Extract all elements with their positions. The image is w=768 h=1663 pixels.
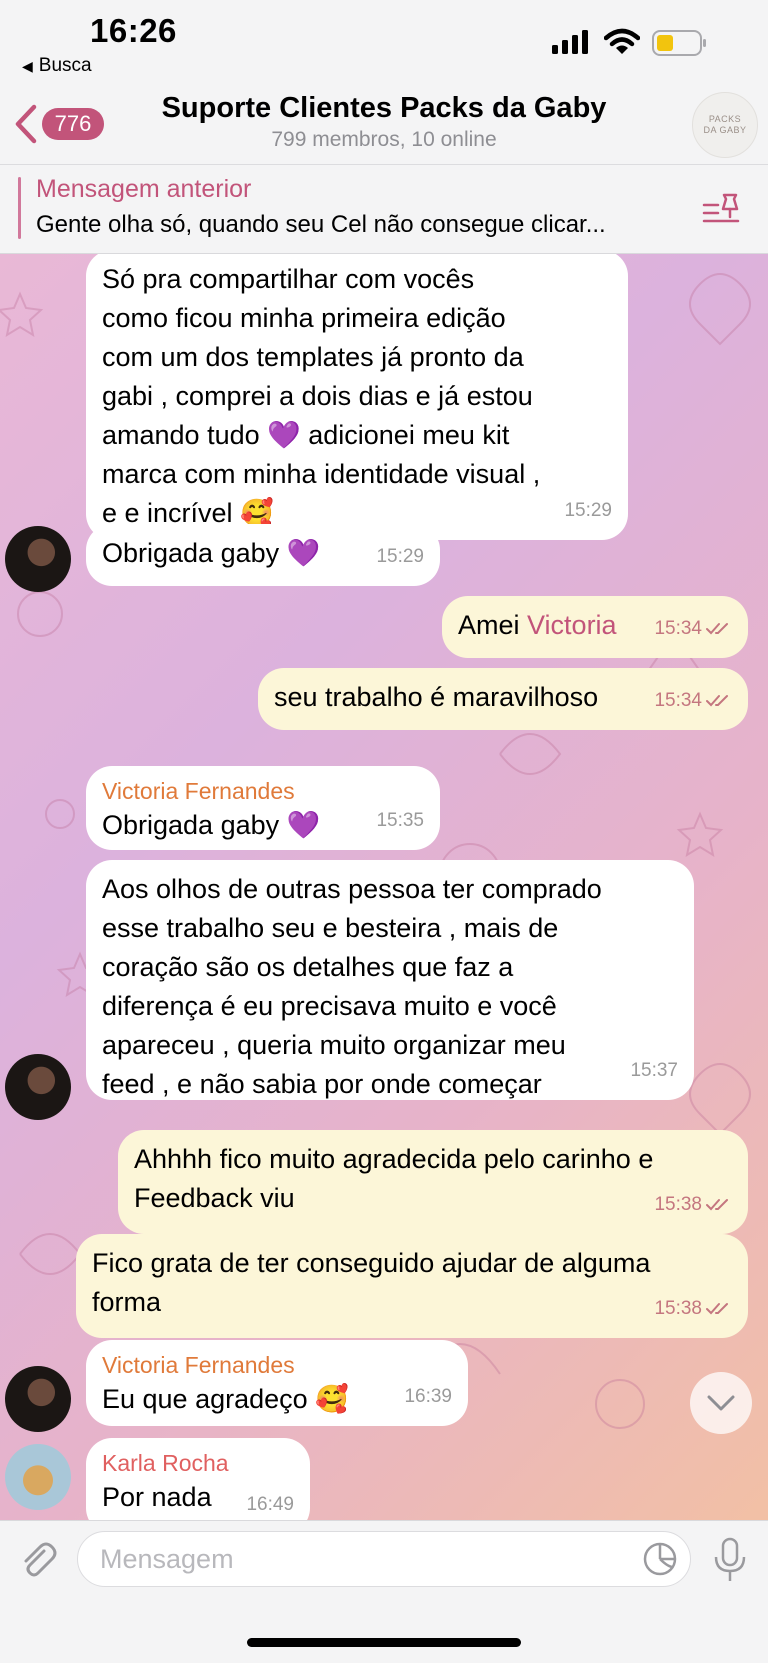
message-text: Feedback viu xyxy=(134,1183,295,1213)
wifi-icon xyxy=(604,28,640,54)
status-time: 16:26 xyxy=(90,12,177,49)
group-avatar-text-1: PACKS xyxy=(708,114,742,124)
message-bubble[interactable]: Aos olhos de outras pessoa ter comprado … xyxy=(86,860,694,1100)
message-time-value: 15:38 xyxy=(654,1298,702,1319)
battery-icon xyxy=(652,30,706,56)
microphone-icon[interactable] xyxy=(713,1537,747,1583)
pin-list-icon[interactable] xyxy=(702,191,742,225)
pinned-text: Gente olha só, quando seu Cel não conseg… xyxy=(36,211,606,238)
message-time: 16:49 xyxy=(246,1494,294,1515)
message-text: feed , e não sabia por onde começar xyxy=(102,1069,542,1099)
message-time: 16:39 xyxy=(404,1386,452,1407)
message-time: 15:37 xyxy=(630,1060,678,1081)
message-bubble[interactable]: Ahhhh fico muito agradecida pelo carinho… xyxy=(118,1130,748,1234)
pinned-indicator-bar xyxy=(18,177,21,239)
sender-avatar[interactable] xyxy=(5,1366,71,1432)
message-input[interactable]: Mensagem xyxy=(77,1531,691,1587)
sticker-icon[interactable] xyxy=(642,1541,678,1577)
message-time: 15:38 xyxy=(654,1289,732,1328)
sender-avatar[interactable] xyxy=(5,1054,71,1120)
chat-messages-area[interactable]: Só pra compartilhar com vocês como ficou… xyxy=(0,254,768,1520)
home-indicator[interactable] xyxy=(247,1638,521,1647)
sender-avatar[interactable] xyxy=(5,526,71,592)
message-bubble[interactable]: Victoria Fernandes Obrigada gaby 💜 15:35 xyxy=(86,766,440,850)
message-time-value: 15:34 xyxy=(654,690,702,711)
chevron-down-icon xyxy=(707,1395,735,1411)
message-bubble[interactable]: Karla Rocha Por nada 16:49 xyxy=(86,1438,310,1520)
mention-link[interactable]: Victoria xyxy=(527,610,617,640)
message-time: 15:29 xyxy=(376,546,424,567)
message-bubble[interactable]: Fico grata de ter conseguido ajudar de a… xyxy=(76,1234,748,1338)
message-text: Amei xyxy=(458,610,528,640)
message-text: Eu que agradeço 🥰 xyxy=(102,1384,349,1414)
chat-members-status: 799 membros, 10 online xyxy=(271,128,497,151)
message-text: com um dos templates já pronto da xyxy=(102,342,524,372)
message-text: Ahhhh fico muito agradecida pelo carinho… xyxy=(134,1144,654,1174)
double-check-icon xyxy=(706,622,728,635)
message-bubble[interactable]: Obrigada gaby 💜 15:29 xyxy=(86,524,440,586)
back-triangle-icon: ◀ xyxy=(22,58,33,74)
message-text: apareceu , queria muito organizar meu xyxy=(102,1030,566,1060)
message-time: 15:34 xyxy=(654,609,732,648)
sender-name[interactable]: Karla Rocha xyxy=(102,1448,294,1478)
message-text: gabi , comprei a dois dias e já estou xyxy=(102,381,533,411)
sender-avatar[interactable] xyxy=(5,1444,71,1510)
message-time-value: 15:34 xyxy=(654,618,702,639)
message-time-value: 15:38 xyxy=(654,1194,702,1215)
message-bubble[interactable]: Amei Victoria 15:34 xyxy=(442,596,748,658)
message-text: Obrigada gaby 💜 xyxy=(102,810,321,840)
group-avatar[interactable]: PACKS DA GABY xyxy=(692,92,758,158)
message-text: diferença é eu precisava muito e você xyxy=(102,991,557,1021)
message-bubble[interactable]: Victoria Fernandes Eu que agradeço 🥰 16:… xyxy=(86,1340,468,1426)
message-input-placeholder: Mensagem xyxy=(100,1544,234,1574)
message-text: forma xyxy=(92,1287,162,1317)
message-time: 15:29 xyxy=(564,500,612,521)
back-to-app-link[interactable]: ◀ Busca xyxy=(22,55,92,77)
message-text: como ficou minha primeira edição xyxy=(102,303,506,333)
message-text: Aos olhos de outras pessoa ter comprado xyxy=(102,874,602,904)
double-check-icon xyxy=(706,1302,728,1315)
message-text: Só pra compartilhar com vocês xyxy=(102,264,475,294)
message-bubble[interactable]: seu trabalho é maravilhoso 15:34 xyxy=(258,668,748,730)
message-time: 15:35 xyxy=(376,810,424,831)
message-text: seu trabalho é maravilhoso xyxy=(274,682,599,712)
message-text: amando tudo 💜 adicionei meu kit xyxy=(102,420,510,450)
message-text: Fico grata de ter conseguido ajudar de a… xyxy=(92,1248,651,1278)
message-bubble[interactable]: Só pra compartilhar com vocês como ficou… xyxy=(86,254,628,540)
double-check-icon xyxy=(706,1198,728,1211)
message-time: 15:34 xyxy=(654,681,732,720)
group-avatar-text-2: DA GABY xyxy=(703,125,747,135)
attach-paperclip-icon[interactable] xyxy=(18,1541,58,1581)
pinned-message[interactable]: Mensagem anterior Gente olha só, quando … xyxy=(0,164,768,254)
message-text: Obrigada gaby 💜 xyxy=(102,538,321,568)
message-text: marca com minha identidade visual , xyxy=(102,459,541,489)
pinned-title: Mensagem anterior xyxy=(36,175,252,203)
scroll-to-bottom-button[interactable] xyxy=(690,1372,752,1434)
message-time: 15:38 xyxy=(654,1185,732,1224)
message-text: Por nada xyxy=(102,1482,212,1512)
cellular-signal-icon xyxy=(552,30,588,54)
back-app-label: Busca xyxy=(38,55,92,76)
sender-name[interactable]: Victoria Fernandes xyxy=(102,1350,452,1380)
message-text: coração são os detalhes que faz a xyxy=(102,952,514,982)
message-text: esse trabalho seu e besteira , mais de xyxy=(102,913,559,943)
top-bar: 16:26 ◀ Busca 776 Suporte Clientes Packs … xyxy=(0,0,768,254)
chat-title[interactable]: Suporte Clientes Packs da Gaby xyxy=(0,92,768,125)
double-check-icon xyxy=(706,694,728,707)
